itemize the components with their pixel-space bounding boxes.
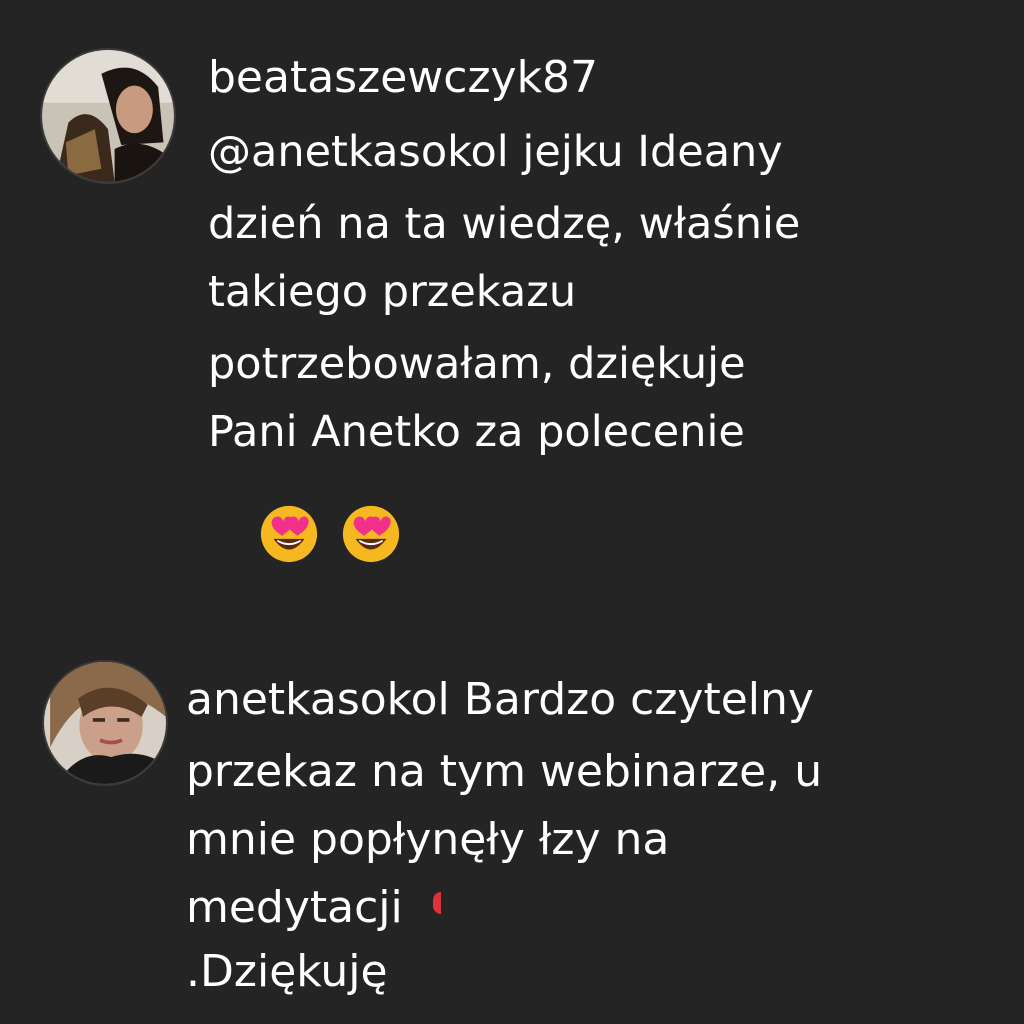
comment-text-line: mnie popłynęły łzy na xyxy=(186,814,670,865)
comment-text-line: anetkasokol Bardzo czytelny xyxy=(186,674,814,726)
comment-anetkasokol: anetkasokol Bardzo czytelny przekaz na t… xyxy=(0,650,1024,1024)
comment-text-line: .Dziękuję xyxy=(186,946,388,997)
comment-text-line: Pani Anetko za polecenie xyxy=(208,407,745,457)
comment-text: Bardzo czytelny xyxy=(463,674,814,725)
comment-text: medytacji xyxy=(186,882,403,933)
comment-beataszewczyk87: beataszewczyk87 @anetkasokol jejku Idean… xyxy=(0,40,1024,580)
emoji-row xyxy=(258,502,402,564)
comment-text-line: dzień na ta wiedzę, właśnie xyxy=(208,199,801,249)
comment-text-line: przekaz na tym webinarze, u xyxy=(186,746,823,797)
heart-icon xyxy=(432,892,441,914)
comment-text-line: medytacji xyxy=(186,882,441,934)
avatar[interactable] xyxy=(42,660,168,786)
comment-text-line: potrzebowałam, dziękuje xyxy=(208,339,746,389)
avatar-photo-icon xyxy=(42,50,174,182)
heart-eyes-emoji-icon xyxy=(260,505,318,563)
comment-text-line: takiego przekazu xyxy=(208,267,577,317)
heart-eyes-emoji-icon xyxy=(342,505,400,563)
avatar[interactable] xyxy=(40,48,176,184)
avatar-photo-icon xyxy=(44,662,166,784)
comment-text-line: @anetkasokol jejku Ideany xyxy=(208,127,783,177)
username[interactable]: anetkasokol xyxy=(186,674,450,725)
username[interactable]: beataszewczyk87 xyxy=(208,52,598,104)
